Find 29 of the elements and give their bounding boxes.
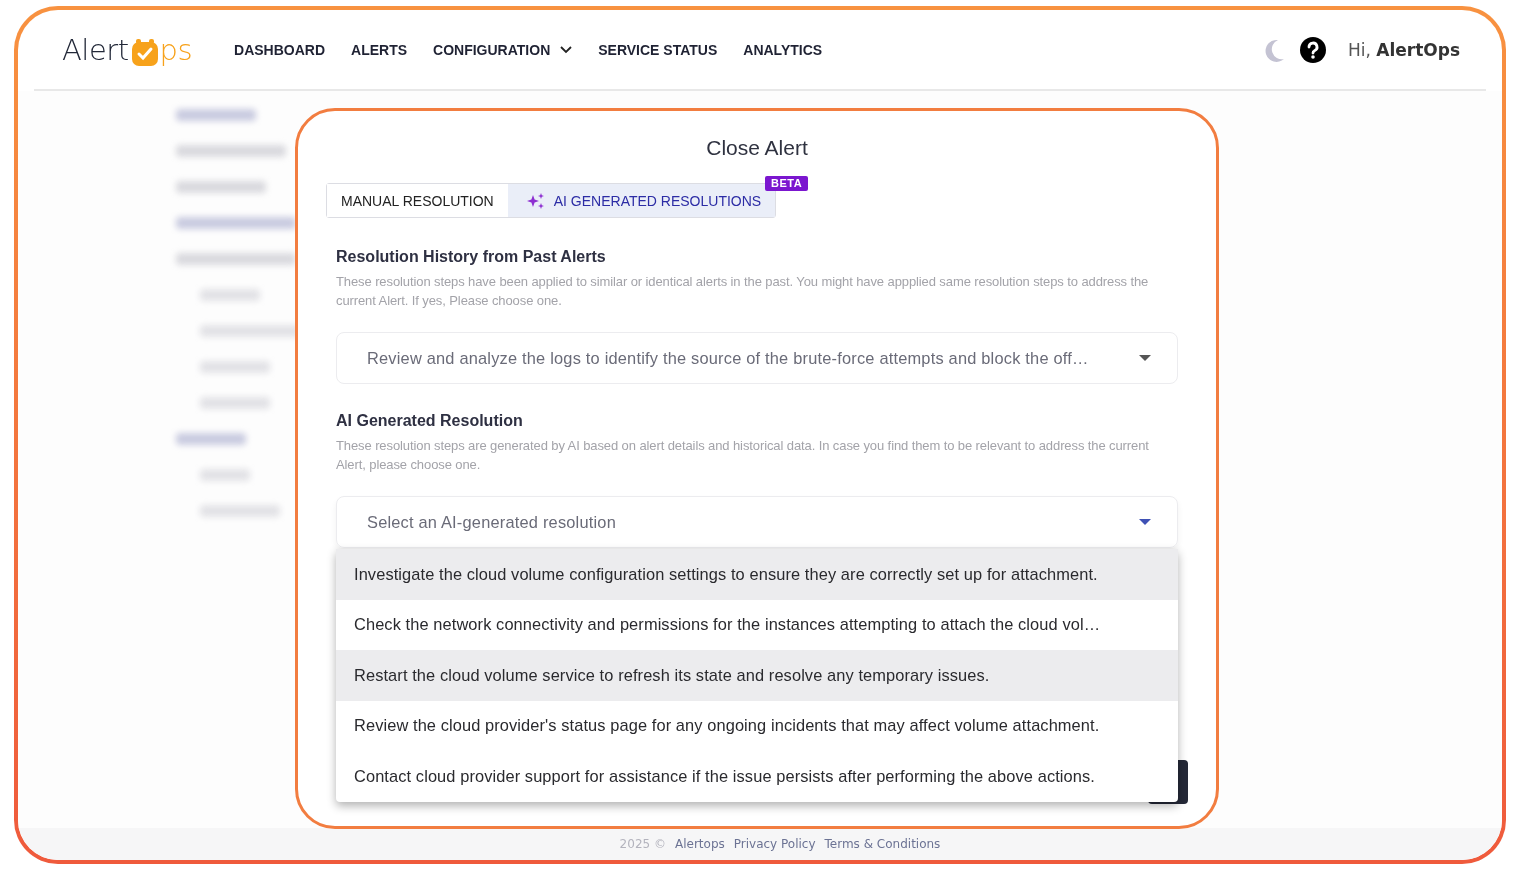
nav-link[interactable]: SERVICE STATUS	[598, 41, 718, 58]
footer-link[interactable]: Alertops	[674, 837, 725, 851]
dropdown-option[interactable]: Restart the cloud volume service to refresh its state and resolve any temporary issues.	[336, 650, 1178, 701]
dialog-title: Close Alert	[705, 136, 809, 160]
dropdown-option[interactable]: Contact cloud provider support for assistance if the issue persists after performing the above actions.	[336, 751, 1178, 802]
nav-link[interactable]: DASHBOARD	[234, 41, 326, 58]
caret-down-icon	[1139, 355, 1151, 361]
help-icon[interactable]	[1299, 36, 1326, 63]
nav-link[interactable]: ANALYTICS	[743, 41, 823, 58]
dropdown-option[interactable]: Review the cloud provider's status page for any ongoing incidents that may affect volume attachment.	[336, 700, 1178, 751]
user-greeting: Hi, AlertOps	[1347, 39, 1460, 60]
section-description: These resolution steps have been applied to similar or identical alerts in the past. You might have appplied same resolution steps to address the current Alert. If yes, Please choose one.	[336, 273, 1150, 310]
section-heading: Resolution History from Past Alerts	[336, 248, 607, 266]
nav-link[interactable]: ALERTS	[351, 41, 408, 58]
logo-text: ps	[159, 32, 193, 67]
clock-check-icon	[129, 37, 160, 68]
footer-link[interactable]: Terms & Conditions	[824, 837, 941, 851]
copyright-text: 2025 ©	[619, 837, 666, 851]
section-heading: AI Generated Resolution	[336, 412, 524, 430]
footer-link[interactable]: Privacy Policy	[733, 837, 816, 851]
dropdown-option[interactable]: Check the network connectivity and permissions for the instances attempting to attach the cloud vol…	[336, 599, 1178, 650]
dropdown-option[interactable]: Investigate the cloud volume configuration settings to ensure they are correctly set up for attachment.	[336, 549, 1178, 600]
select-field[interactable]: Select an AI-generated resolution	[336, 496, 1178, 548]
beta-badge: BETA	[765, 176, 809, 191]
caret-down-icon	[1139, 519, 1151, 525]
nav-link[interactable]: CONFIGURATION	[433, 41, 573, 58]
section-description: These resolution steps are generated by AI based on alert details and historical data. In case you find them to be relevant to address the current Alert, please choose one.	[336, 437, 1150, 474]
logo-text: Alert	[62, 32, 129, 67]
select-field[interactable]: Review and analyze the logs to identify the source of the brute-force attempts and block the off…	[336, 332, 1178, 384]
